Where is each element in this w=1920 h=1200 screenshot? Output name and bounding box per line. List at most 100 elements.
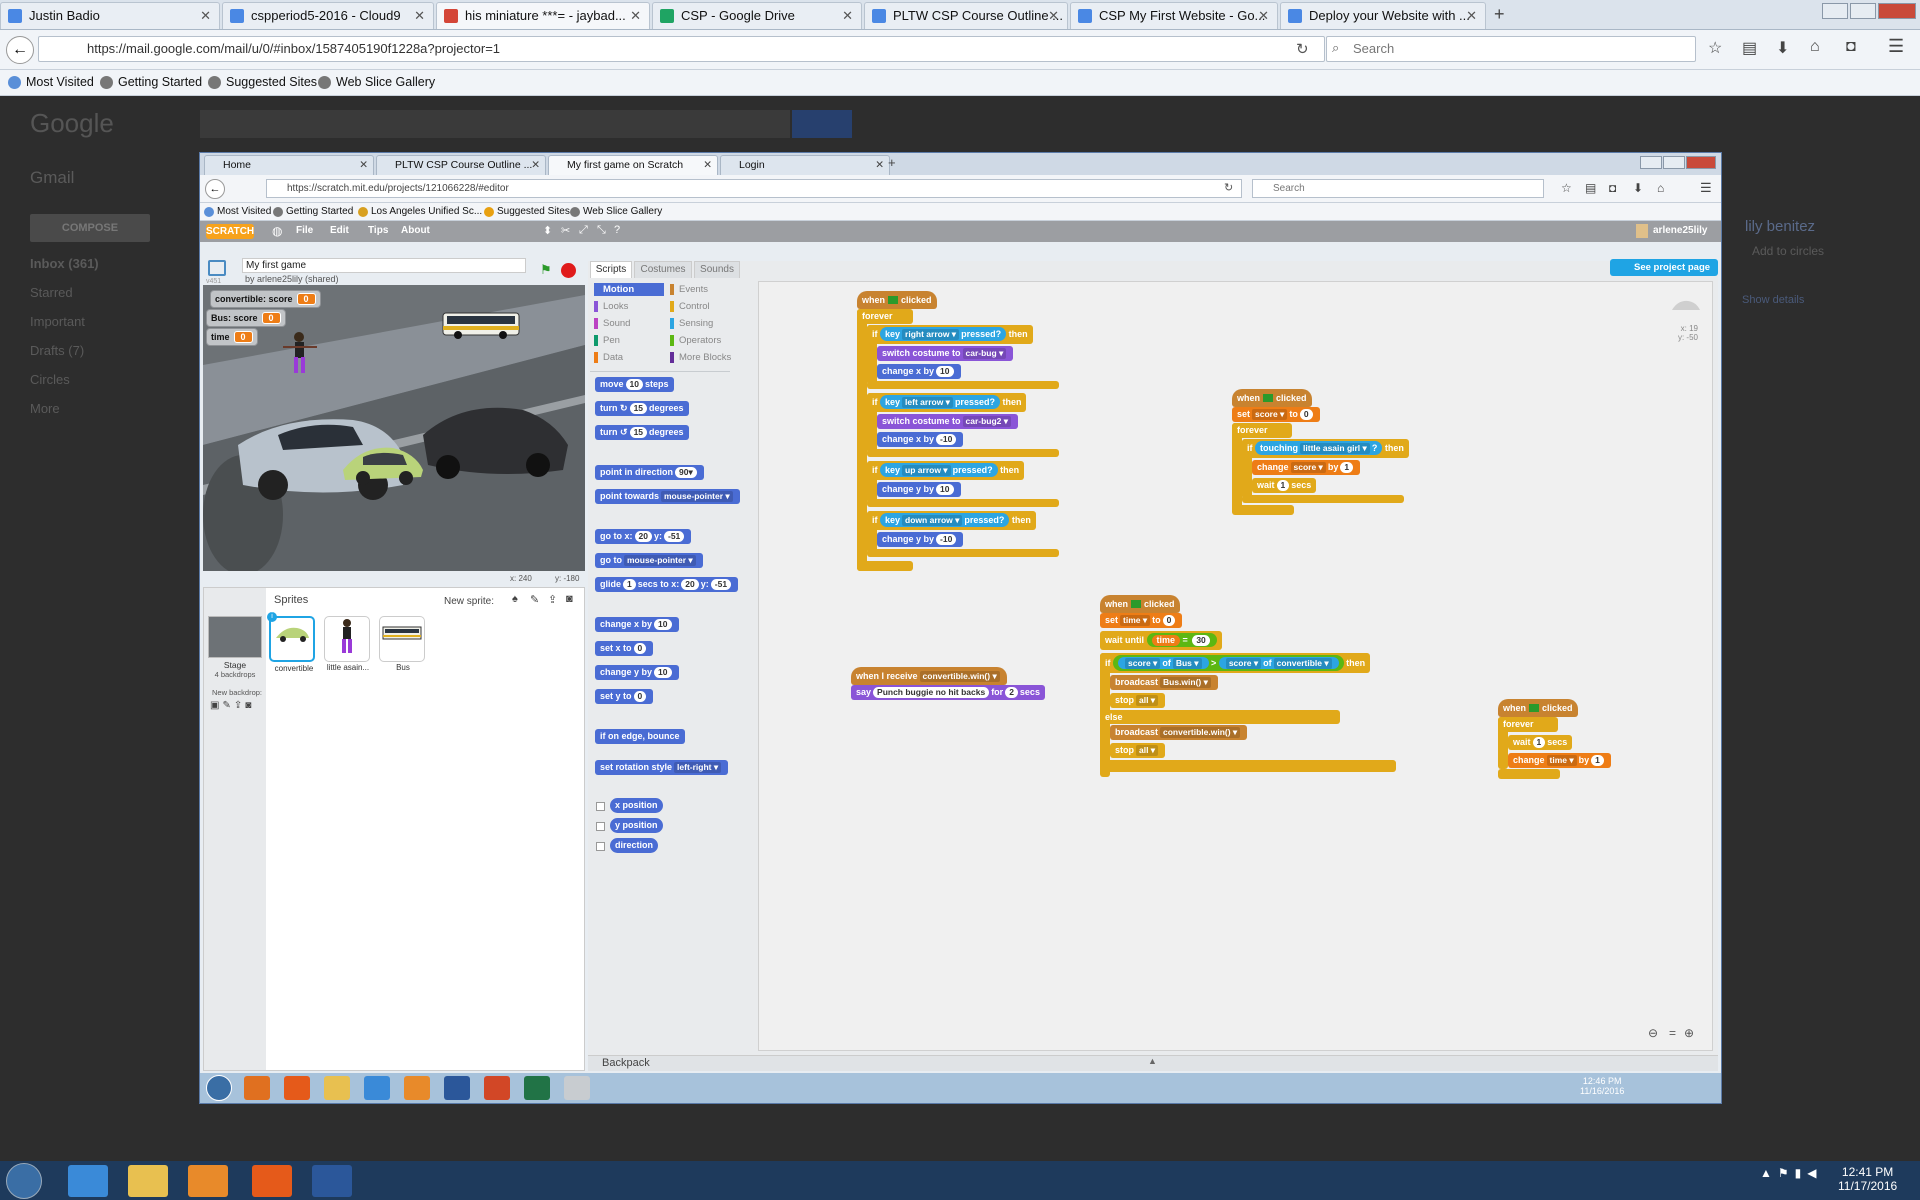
- firefox-icon[interactable]: [252, 1165, 292, 1197]
- menu-tips[interactable]: Tips: [368, 225, 388, 236]
- block-rotation-style[interactable]: set rotation style left-right ▾: [595, 760, 729, 775]
- maximize-button[interactable]: [1663, 156, 1685, 169]
- star-icon[interactable]: ☆: [1708, 38, 1722, 58]
- block-change-x[interactable]: change x by 10: [595, 617, 679, 632]
- stage[interactable]: convertible: score 0 Bus: score 0 time 0: [203, 285, 585, 571]
- bookmark-web-slice[interactable]: Web Slice Gallery: [318, 75, 435, 89]
- block-x-position[interactable]: x position: [610, 798, 663, 813]
- stop-all-block[interactable]: stop all ▾: [1110, 693, 1166, 708]
- forever-block[interactable]: forever: [1232, 423, 1292, 438]
- when-flag-hat[interactable]: when clicked: [857, 291, 937, 309]
- tab-home[interactable]: Home ✕: [204, 155, 374, 175]
- info-icon[interactable]: i: [267, 612, 277, 622]
- when-flag-hat[interactable]: when clicked: [1100, 595, 1180, 613]
- if-up-arrow[interactable]: if key up arrow ▾ pressed? then: [867, 461, 1025, 480]
- chevron-up-icon[interactable]: ▲: [1148, 1056, 1157, 1066]
- bookmark-getting-started[interactable]: Getting Started: [273, 206, 353, 217]
- search-field[interactable]: Search: [1252, 179, 1544, 198]
- menu-edit[interactable]: Edit: [330, 225, 349, 236]
- close-tab-icon[interactable]: ✕: [1258, 3, 1269, 28]
- sprite-bus[interactable]: Bus: [379, 616, 425, 672]
- back-button[interactable]: ←: [6, 36, 34, 64]
- change-y-block[interactable]: change y by -10: [877, 532, 964, 547]
- close-window-button[interactable]: [1878, 3, 1916, 19]
- say-block[interactable]: say Punch buggie no hit backs for 2 secs: [851, 685, 1045, 700]
- close-tab-icon[interactable]: ✕: [200, 3, 211, 28]
- close-tab-icon[interactable]: ✕: [1466, 3, 1477, 28]
- bookmark-suggested-sites[interactable]: Suggested Sites: [208, 75, 317, 89]
- folder-icon[interactable]: [128, 1165, 168, 1197]
- when-flag-hat[interactable]: when clicked: [1232, 389, 1312, 407]
- block-point-direction[interactable]: point in direction 90▾: [595, 465, 704, 480]
- bookmark-most-visited[interactable]: Most Visited: [204, 206, 271, 217]
- grow-icon[interactable]: ⤢: [579, 224, 588, 237]
- media-player-icon[interactable]: [188, 1165, 228, 1197]
- reload-icon[interactable]: ↻: [1224, 181, 1233, 194]
- category-sound[interactable]: Sound: [594, 317, 664, 330]
- monitor-bus-score[interactable]: Bus: score 0: [206, 309, 286, 327]
- home-icon[interactable]: ⌂: [1810, 38, 1820, 56]
- tray-icons[interactable]: ▲⚑▮◀: [1760, 1166, 1822, 1180]
- ie-icon[interactable]: [68, 1165, 108, 1197]
- close-tab-icon[interactable]: ✕: [875, 156, 884, 174]
- category-data[interactable]: Data: [594, 351, 664, 364]
- url-bar[interactable]: https://mail.google.com/mail/u/0/#inbox/…: [38, 36, 1325, 62]
- sprite-little-asain[interactable]: little asain...: [324, 616, 370, 672]
- bookmark-most-visited[interactable]: Most Visited: [8, 75, 94, 89]
- tab-sounds[interactable]: Sounds: [694, 261, 740, 278]
- library-icon[interactable]: ▤: [1585, 181, 1596, 195]
- stop-icon[interactable]: [561, 263, 576, 278]
- xpos-checkbox[interactable]: [596, 802, 605, 811]
- when-flag-hat[interactable]: when clicked: [1498, 699, 1578, 717]
- ypos-checkbox[interactable]: [596, 822, 605, 831]
- user-name[interactable]: arlene25lily: [1653, 225, 1707, 236]
- minimize-button[interactable]: [1822, 3, 1848, 19]
- block-move[interactable]: move 10 steps: [595, 377, 674, 392]
- paint-icon[interactable]: ✎: [530, 593, 539, 606]
- monitor-time[interactable]: time 0: [206, 328, 258, 346]
- fullscreen-icon[interactable]: [208, 260, 226, 276]
- wait-block[interactable]: wait 1 secs: [1508, 735, 1573, 750]
- bookmark-lausd[interactable]: Los Angeles Unified Sc...: [358, 206, 482, 217]
- block-turn-left[interactable]: turn ↺ 15 degrees: [595, 425, 689, 440]
- minimize-button[interactable]: [1640, 156, 1662, 169]
- block-set-y[interactable]: set y to 0: [595, 689, 654, 704]
- download-icon[interactable]: ⬇: [1776, 38, 1789, 58]
- block-direction[interactable]: direction: [610, 838, 659, 853]
- upload-icon[interactable]: ⇪: [548, 593, 557, 606]
- category-more-blocks[interactable]: More Blocks: [670, 351, 740, 364]
- powerpoint-icon[interactable]: [484, 1076, 510, 1100]
- menu-file[interactable]: File: [296, 225, 313, 236]
- backpack-bar[interactable]: Backpack ▲: [588, 1055, 1718, 1071]
- category-pen[interactable]: Pen: [594, 334, 664, 347]
- forever-block[interactable]: forever: [857, 309, 913, 324]
- block-set-x[interactable]: set x to 0: [595, 641, 654, 656]
- stop-all-block[interactable]: stop all ▾: [1110, 743, 1166, 758]
- tab-first-website[interactable]: CSP My First Website - Go... ✕: [1070, 2, 1278, 29]
- block-glide[interactable]: glide 1 secs to x: 20 y: -51: [595, 577, 739, 592]
- category-events[interactable]: Events: [670, 283, 740, 296]
- reload-icon[interactable]: ↻: [1296, 40, 1309, 58]
- category-sensing[interactable]: Sensing: [670, 317, 740, 330]
- project-title-input[interactable]: My first game: [242, 258, 526, 273]
- sprite-convertible[interactable]: convertible: [269, 616, 315, 673]
- switch-costume-block[interactable]: switch costume to car-bug ▾: [877, 346, 1014, 361]
- wait-block[interactable]: wait 1 secs: [1252, 478, 1317, 493]
- new-tab-button[interactable]: +: [1494, 4, 1505, 25]
- close-tab-icon[interactable]: ✕: [842, 3, 853, 28]
- tab-login[interactable]: Login ✕: [720, 155, 890, 175]
- backdrop-tool-icons[interactable]: ▣✎⇪◙: [210, 700, 254, 711]
- see-project-page-button[interactable]: See project page: [1610, 259, 1718, 276]
- category-motion[interactable]: Motion: [594, 283, 664, 296]
- stage-thumbnail[interactable]: [208, 616, 262, 658]
- when-receive-hat[interactable]: when I receive convertible.win() ▾: [851, 667, 1007, 685]
- close-tab-icon[interactable]: ✕: [359, 156, 368, 174]
- menu-icon[interactable]: ☰: [1700, 180, 1712, 196]
- category-operators[interactable]: Operators: [670, 334, 740, 347]
- tab-deploy-website[interactable]: Deploy your Website with ... ✕: [1280, 2, 1486, 29]
- block-goto[interactable]: go to mouse-pointer ▾: [595, 553, 703, 568]
- broadcast-convertible-win[interactable]: broadcast convertible.win() ▾: [1110, 725, 1248, 740]
- block-turn-right[interactable]: turn ↻ 15 degrees: [595, 401, 689, 416]
- close-tab-icon[interactable]: ✕: [414, 3, 425, 28]
- tab-pltw-outline[interactable]: PLTW CSP Course Outline ... ✕: [376, 155, 546, 175]
